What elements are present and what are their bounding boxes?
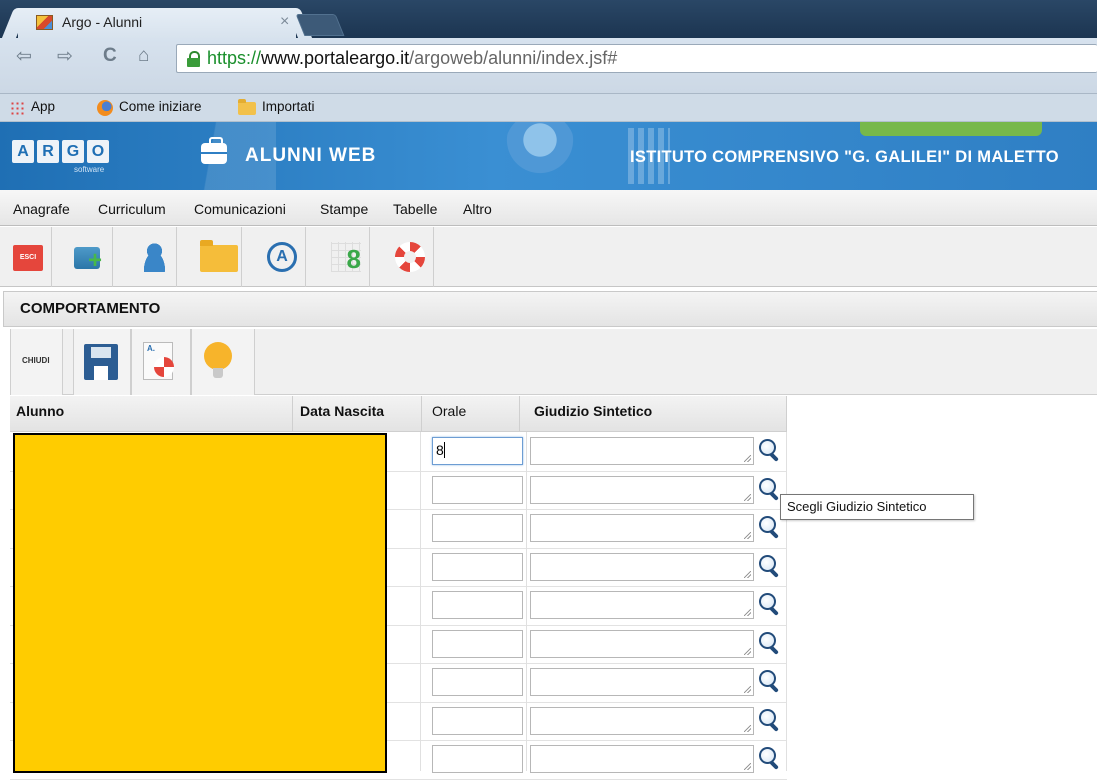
esci-button[interactable]: ESCI: [4, 227, 52, 287]
orale-input[interactable]: [432, 629, 523, 658]
forward-arrow-icon[interactable]: ⇨: [57, 45, 73, 68]
bookmarks-bar: App Come iniziare Importati: [0, 94, 1097, 122]
tab-title: Argo - Alunni: [62, 14, 143, 30]
table-header: Alunno Data Nascita Orale Giudizio Sinte…: [10, 396, 787, 432]
bookmark-come-iniziare[interactable]: Come iniziare: [119, 99, 202, 114]
menu-bar: Anagrafe Curriculum Comunicazioni Stampe…: [0, 190, 1097, 226]
hint-button[interactable]: [191, 329, 255, 395]
chiudi-label: CHIUDI: [22, 356, 50, 365]
logo-subtitle: software: [74, 165, 105, 174]
browser-toolbar: ⇦ ⇨ C ⌂ https://www.portaleargo.it/argow…: [0, 38, 1097, 94]
header-giudizio-sintetico[interactable]: Giudizio Sintetico: [520, 396, 787, 432]
giudizio-sintetico-textarea[interactable]: [530, 629, 754, 658]
browser-tab-bar: Argo - Alunni ×: [0, 0, 1097, 38]
students-button[interactable]: [129, 227, 177, 287]
tooltip: Scegli Giudizio Sintetico: [780, 494, 974, 520]
giudizio-sintetico-textarea[interactable]: [530, 475, 754, 504]
main-toolbar: ESCI A 8: [0, 227, 1097, 287]
reload-icon[interactable]: C: [103, 45, 117, 67]
lock-icon: [187, 51, 200, 67]
back-arrow-icon[interactable]: ⇦: [16, 45, 32, 68]
magnifier-icon[interactable]: [756, 630, 780, 654]
orale-input[interactable]: [432, 745, 523, 773]
argo-favicon-icon: [36, 15, 53, 30]
menu-altro[interactable]: Altro: [463, 201, 492, 217]
menu-stampe[interactable]: Stampe: [320, 201, 368, 217]
print-report-icon: A.: [143, 342, 174, 380]
giudizio-sintetico-textarea[interactable]: [530, 437, 754, 465]
header-decoration-green: [860, 122, 1042, 136]
orale-input[interactable]: [432, 514, 523, 542]
add-student-button[interactable]: [65, 227, 113, 287]
giudizio-sintetico-textarea[interactable]: [530, 745, 754, 773]
giudizio-sintetico-textarea[interactable]: [530, 552, 754, 581]
save-button[interactable]: [73, 329, 131, 395]
bookmark-app[interactable]: App: [31, 99, 55, 114]
magnifier-icon[interactable]: [756, 553, 780, 577]
browser-tab[interactable]: Argo - Alunni ×: [18, 8, 296, 38]
menu-anagrafe[interactable]: Anagrafe: [13, 201, 70, 217]
lightbulb-icon: [204, 342, 232, 378]
print-button[interactable]: A.: [131, 329, 191, 395]
magnifier-icon[interactable]: [756, 476, 780, 500]
grid-button[interactable]: 8: [322, 227, 370, 287]
giudizio-sintetico-textarea[interactable]: [530, 514, 754, 542]
orale-input[interactable]: [432, 668, 523, 696]
magnifier-icon[interactable]: [756, 514, 780, 538]
address-bar[interactable]: https://www.portaleargo.it/argoweb/alunn…: [176, 44, 1097, 73]
lifebuoy-icon: [395, 242, 425, 272]
orale-input[interactable]: [432, 591, 523, 619]
tab-close-icon[interactable]: ×: [280, 13, 289, 31]
school-name: ISTITUTO COMPRENSIVO "G. GALILEI" DI MAL…: [630, 148, 1059, 166]
folder-icon: [238, 99, 256, 115]
menu-comunicazioni[interactable]: Comunicazioni: [194, 201, 286, 217]
home-icon[interactable]: ⌂: [138, 45, 149, 67]
redacted-student-names: [13, 433, 387, 773]
header-alunno[interactable]: Alunno: [10, 396, 293, 432]
bookmark-importati[interactable]: Importati: [262, 99, 315, 114]
a-button[interactable]: A: [258, 227, 306, 287]
orale-input[interactable]: 8: [432, 437, 523, 465]
grid-eight-icon: 8: [331, 242, 361, 274]
url-text: https://www.portaleargo.it/argoweb/alunn…: [207, 48, 618, 68]
apps-grid-icon[interactable]: [10, 101, 25, 115]
app-title: ALUNNI WEB: [245, 145, 377, 166]
orale-input[interactable]: [432, 552, 523, 581]
giudizio-sintetico-textarea[interactable]: [530, 591, 754, 619]
letter-a-icon: A: [267, 242, 297, 272]
giudizio-sintetico-textarea[interactable]: [530, 668, 754, 696]
panel-header: COMPORTAMENTO: [3, 291, 1097, 327]
exit-icon: ESCI: [13, 245, 43, 271]
panel-title: COMPORTAMENTO: [20, 300, 161, 317]
header-decoration: [505, 122, 575, 182]
magnifier-icon[interactable]: [756, 745, 780, 769]
menu-curriculum[interactable]: Curriculum: [98, 201, 166, 217]
menu-tabelle[interactable]: Tabelle: [393, 201, 437, 217]
panel-toolbar: CHIUDI A.: [10, 329, 1097, 395]
app-header: ARGO software ALUNNI WEB ISTITUTO COMPRE…: [0, 122, 1097, 190]
magnifier-icon[interactable]: [756, 591, 780, 615]
users-icon: [138, 242, 168, 272]
folder-icon: [200, 240, 238, 272]
giudizio-sintetico-textarea[interactable]: [530, 706, 754, 735]
header-data-nascita[interactable]: Data Nascita: [293, 396, 422, 432]
magnifier-icon[interactable]: [756, 707, 780, 731]
argo-logo: ARGO: [12, 140, 109, 163]
chiudi-button[interactable]: CHIUDI: [10, 329, 63, 395]
briefcase-icon: [201, 137, 227, 164]
new-tab-button[interactable]: [295, 14, 345, 36]
magnifier-icon[interactable]: [756, 437, 780, 461]
folder-button[interactable]: [194, 227, 242, 287]
save-floppy-icon: [84, 344, 118, 380]
header-orale[interactable]: Orale: [422, 396, 520, 432]
orale-input[interactable]: [432, 706, 523, 735]
magnifier-icon[interactable]: [756, 668, 780, 692]
add-user-icon: [74, 247, 102, 275]
orale-input[interactable]: [432, 475, 523, 504]
help-button[interactable]: [386, 227, 434, 287]
firefox-icon: [97, 100, 113, 116]
